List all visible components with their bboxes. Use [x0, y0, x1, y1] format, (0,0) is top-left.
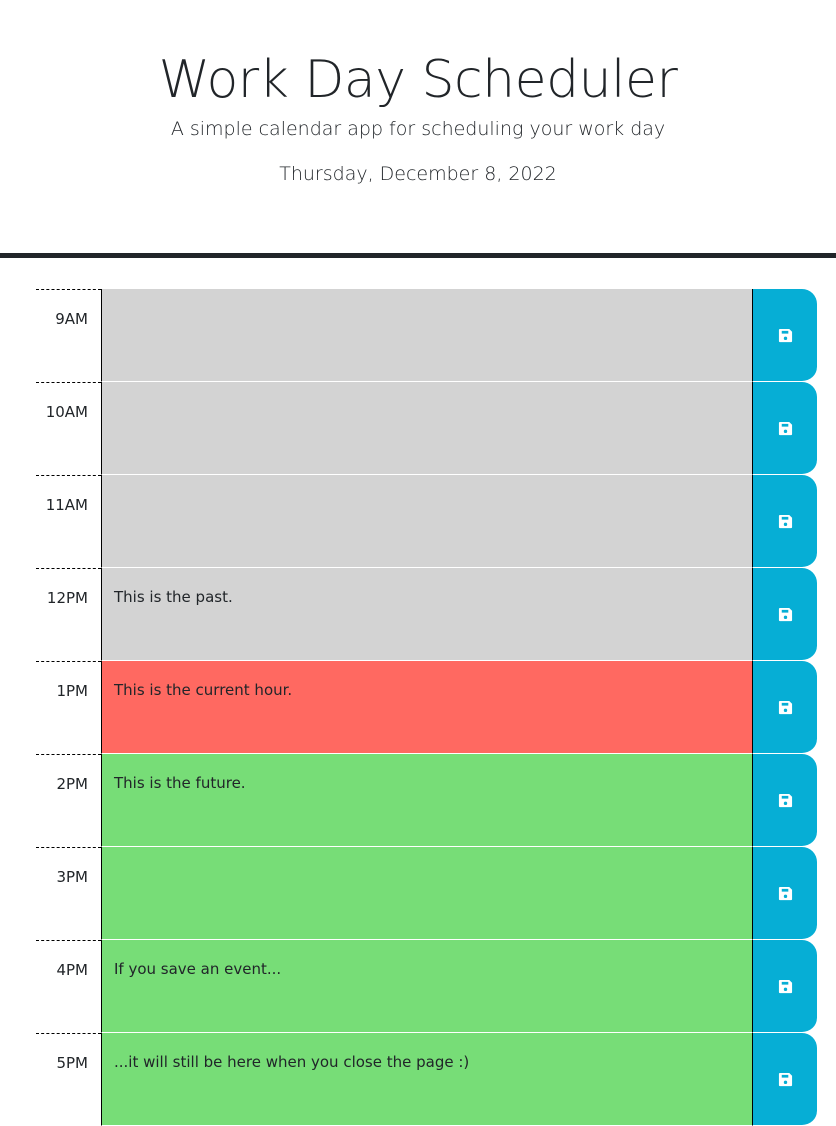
save-button[interactable] [752, 847, 817, 940]
hour-label: 12PM [36, 568, 101, 661]
time-block-9am: 9AM [36, 289, 817, 382]
time-block-1pm: 1PM This is the current hour. [36, 661, 817, 754]
event-description[interactable] [101, 847, 752, 940]
hour-label: 5PM [36, 1033, 101, 1126]
floppy-disk-icon [778, 793, 792, 807]
save-button[interactable] [752, 1033, 817, 1126]
hour-label: 11AM [36, 475, 101, 568]
time-block-2pm: 2PM This is the future. [36, 754, 817, 847]
page-title: Work Day Scheduler [158, 50, 678, 110]
floppy-disk-icon [778, 607, 792, 621]
time-block-11am: 11AM [36, 475, 817, 568]
hour-label: 4PM [36, 940, 101, 1033]
floppy-disk-icon [778, 979, 792, 993]
event-description[interactable]: If you save an event... [101, 940, 752, 1033]
event-description[interactable] [101, 289, 752, 382]
page-header: Work Day Scheduler A simple calendar app… [0, 0, 836, 258]
time-block-10am: 10AM [36, 382, 817, 475]
event-description[interactable]: ...it will still be here when you close … [101, 1033, 752, 1126]
floppy-disk-icon [778, 700, 792, 714]
floppy-disk-icon [778, 1072, 792, 1086]
save-button[interactable] [752, 475, 817, 568]
time-block-12pm: 12PM This is the past. [36, 568, 817, 661]
event-description[interactable] [101, 382, 752, 475]
save-button[interactable] [752, 568, 817, 661]
save-button[interactable] [752, 382, 817, 475]
event-description[interactable]: This is the current hour. [101, 661, 752, 754]
floppy-disk-icon [778, 421, 792, 435]
save-button[interactable] [752, 754, 817, 847]
hour-label: 10AM [36, 382, 101, 475]
hour-label: 3PM [36, 847, 101, 940]
time-blocks-container: 9AM 10AM 11AM 12PM This is the past. 1PM… [36, 289, 817, 1126]
event-description[interactable] [101, 475, 752, 568]
event-description[interactable]: This is the past. [101, 568, 752, 661]
event-description[interactable]: This is the future. [101, 754, 752, 847]
save-button[interactable] [752, 661, 817, 754]
hour-label: 9AM [36, 289, 101, 382]
time-block-4pm: 4PM If you save an event... [36, 940, 817, 1033]
save-button[interactable] [752, 289, 817, 382]
hour-label: 2PM [36, 754, 101, 847]
page-subtitle: A simple calendar app for scheduling you… [170, 118, 666, 140]
time-block-5pm: 5PM ...it will still be here when you cl… [36, 1033, 817, 1126]
save-button[interactable] [752, 940, 817, 1033]
floppy-disk-icon [778, 514, 792, 528]
time-block-3pm: 3PM [36, 847, 817, 940]
floppy-disk-icon [778, 328, 792, 342]
floppy-disk-icon [778, 886, 792, 900]
hour-label: 1PM [36, 661, 101, 754]
current-day: Thursday, December 8, 2022 [279, 163, 557, 185]
